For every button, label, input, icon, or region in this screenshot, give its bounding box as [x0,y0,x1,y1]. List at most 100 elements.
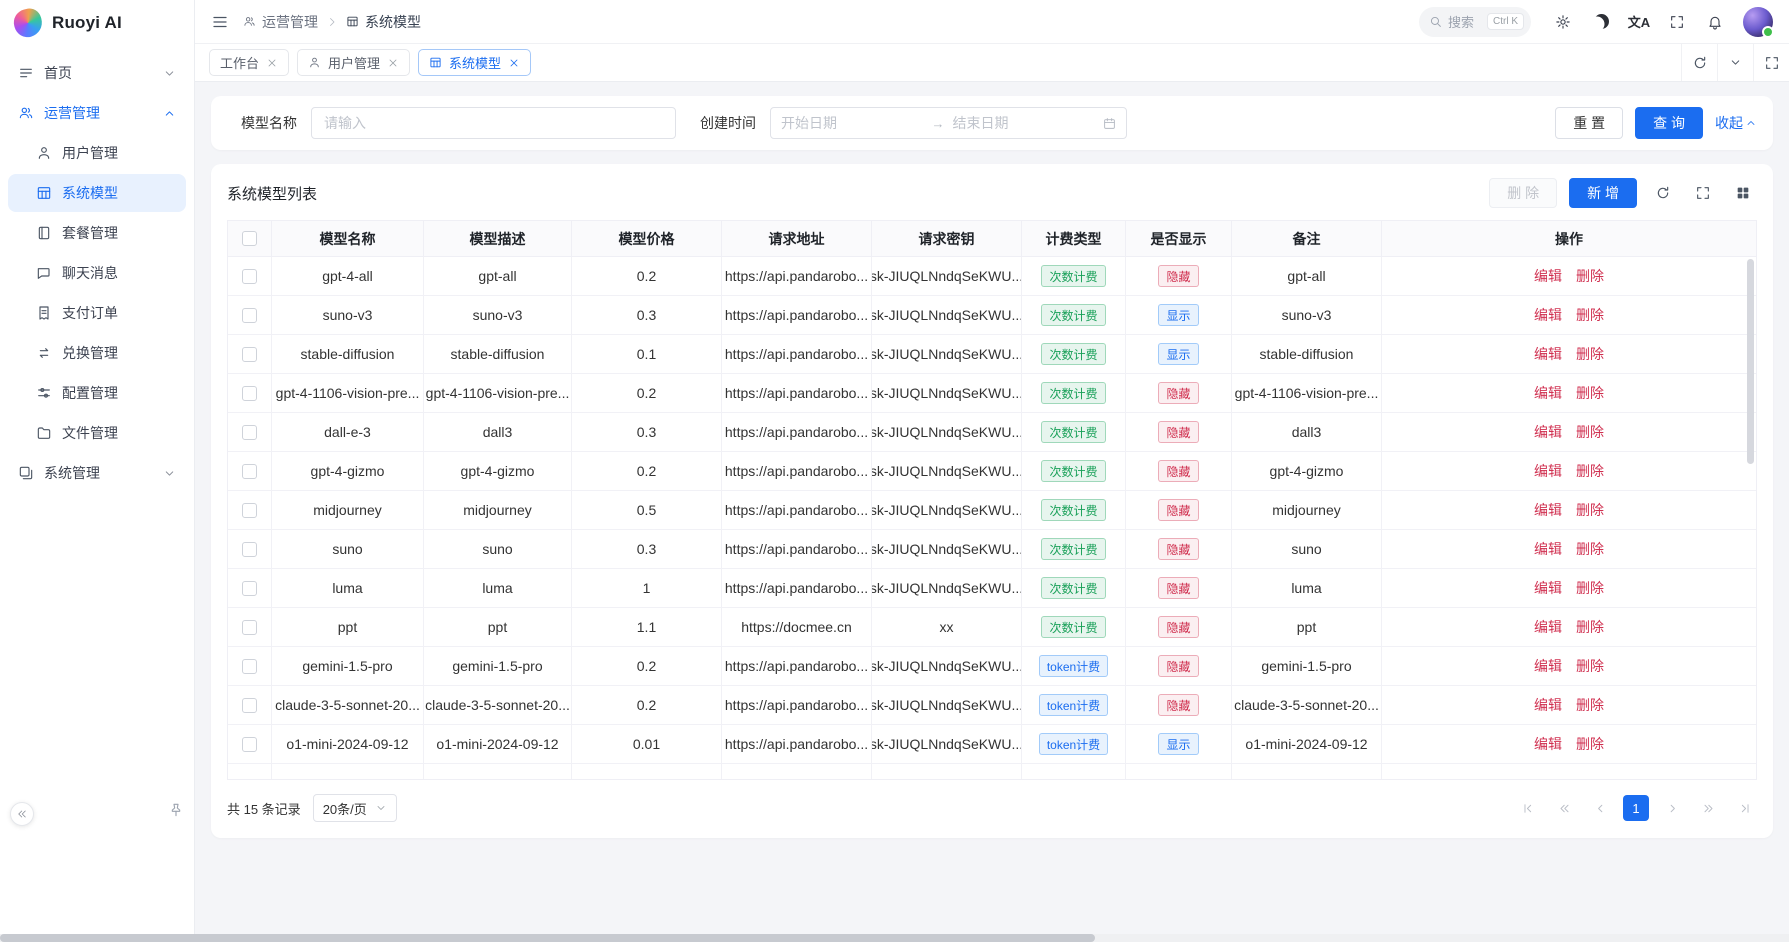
edit-link[interactable]: 编辑 [1534,500,1562,520]
table-fullscreen-button[interactable] [1689,179,1717,207]
user-avatar[interactable] [1743,7,1773,37]
delete-link[interactable]: 删除 [1576,695,1604,715]
query-button[interactable]: 查 询 [1635,107,1703,139]
global-search-button[interactable]: 搜索 Ctrl K [1419,7,1531,37]
delete-link[interactable]: 删除 [1576,656,1604,676]
visibility-tag[interactable]: 隐藏 [1158,460,1198,482]
edit-link[interactable]: 编辑 [1534,344,1562,364]
visibility-tag[interactable]: 隐藏 [1158,499,1198,521]
row-checkbox[interactable] [242,620,257,635]
breadcrumb-system-models[interactable]: 系统模型 [346,12,421,32]
edit-link[interactable]: 编辑 [1534,266,1562,286]
sidebar-item-payment-orders[interactable]: 支付订单 [8,294,186,332]
visibility-tag[interactable]: 隐藏 [1158,577,1198,599]
pagination-next-button[interactable] [1659,795,1685,821]
content-fullscreen-button[interactable] [1753,44,1789,81]
edit-link[interactable]: 编辑 [1534,617,1562,637]
sidebar-item-user-management[interactable]: 用户管理 [8,134,186,172]
row-checkbox[interactable] [242,347,257,362]
visibility-tag[interactable]: 隐藏 [1158,382,1198,404]
scrollbar-thumb[interactable] [0,934,1095,942]
row-checkbox[interactable] [242,542,257,557]
tab-menu-button[interactable] [1717,44,1753,81]
start-date-input[interactable] [781,115,924,131]
delete-link[interactable]: 删除 [1576,734,1604,754]
edit-link[interactable]: 编辑 [1534,734,1562,754]
row-checkbox[interactable] [242,425,257,440]
delete-link[interactable]: 删除 [1576,266,1604,286]
delete-link[interactable]: 删除 [1576,578,1604,598]
pin-sidebar-button[interactable] [168,802,184,818]
model-name-input[interactable] [311,107,676,139]
pagination-last-button[interactable] [1731,795,1757,821]
delete-selected-button[interactable]: 删 除 [1489,178,1557,208]
delete-link[interactable]: 删除 [1576,422,1604,442]
pagination-fast-next-button[interactable] [1695,795,1721,821]
table-scrollbar[interactable] [1747,259,1754,777]
close-icon[interactable] [266,57,278,69]
row-checkbox[interactable] [242,464,257,479]
sidebar-item-chat-messages[interactable]: 聊天消息 [8,254,186,292]
close-icon[interactable] [508,57,520,69]
tab-workbench[interactable]: 工作台 [209,49,289,76]
delete-link[interactable]: 删除 [1576,461,1604,481]
edit-link[interactable]: 编辑 [1534,656,1562,676]
edit-link[interactable]: 编辑 [1534,539,1562,559]
visibility-tag[interactable]: 隐藏 [1158,421,1198,443]
row-checkbox[interactable] [242,386,257,401]
row-checkbox[interactable] [242,581,257,596]
add-button[interactable]: 新 增 [1569,178,1637,208]
edit-link[interactable]: 编辑 [1534,305,1562,325]
tab-user-management[interactable]: 用户管理 [297,49,410,76]
sidebar-item-package-management[interactable]: 套餐管理 [8,214,186,252]
date-range-picker[interactable]: → [770,107,1127,139]
edit-link[interactable]: 编辑 [1534,578,1562,598]
sidebar-item-operations[interactable]: 运营管理 [8,94,186,132]
settings-button[interactable] [1547,6,1579,38]
edit-link[interactable]: 编辑 [1534,422,1562,442]
refresh-table-button[interactable] [1649,179,1677,207]
sidebar-item-system-management[interactable]: 系统管理 [8,454,186,492]
breadcrumb-operations[interactable]: 运营管理 [243,12,318,32]
sidebar-item-config-management[interactable]: 配置管理 [8,374,186,412]
row-checkbox[interactable] [242,659,257,674]
pagination-fast-prev-button[interactable] [1551,795,1577,821]
visibility-tag[interactable]: 隐藏 [1158,655,1198,677]
sidebar-item-file-management[interactable]: 文件管理 [8,414,186,452]
reset-button[interactable]: 重 置 [1555,107,1623,139]
collapse-filter-link[interactable]: 收起 [1715,113,1757,133]
horizontal-scrollbar[interactable] [0,934,1789,942]
sidebar-item-system-models[interactable]: 系统模型 [8,174,186,212]
visibility-tag[interactable]: 隐藏 [1158,265,1198,287]
refresh-tab-button[interactable] [1681,44,1717,81]
end-date-input[interactable] [953,115,1096,131]
delete-link[interactable]: 删除 [1576,617,1604,637]
column-settings-button[interactable] [1729,179,1757,207]
visibility-tag[interactable]: 隐藏 [1158,538,1198,560]
delete-link[interactable]: 删除 [1576,383,1604,403]
row-checkbox[interactable] [242,308,257,323]
visibility-tag[interactable]: 显示 [1158,343,1198,365]
visibility-tag[interactable]: 显示 [1158,304,1198,326]
visibility-tag[interactable]: 隐藏 [1158,616,1198,638]
row-checkbox[interactable] [242,269,257,284]
logo[interactable]: Ruoyi AI [0,0,194,46]
scrollbar-thumb[interactable] [1747,259,1754,464]
select-all-checkbox[interactable] [242,231,257,246]
page-size-select[interactable]: 20条/页 [313,794,397,822]
delete-link[interactable]: 删除 [1576,500,1604,520]
sidebar-collapse-button[interactable] [10,802,34,826]
close-icon[interactable] [387,57,399,69]
row-checkbox[interactable] [242,737,257,752]
notifications-button[interactable] [1699,6,1731,38]
edit-link[interactable]: 编辑 [1534,695,1562,715]
visibility-tag[interactable]: 隐藏 [1158,694,1198,716]
pagination-page-1[interactable]: 1 [1623,795,1649,821]
sidebar-item-home[interactable]: 首页 [8,54,186,92]
row-checkbox[interactable] [242,698,257,713]
sidebar-item-exchange-management[interactable]: 兑换管理 [8,334,186,372]
dark-mode-button[interactable] [1585,6,1617,38]
fullscreen-button[interactable] [1661,6,1693,38]
delete-link[interactable]: 删除 [1576,344,1604,364]
visibility-tag[interactable]: 显示 [1158,733,1198,755]
